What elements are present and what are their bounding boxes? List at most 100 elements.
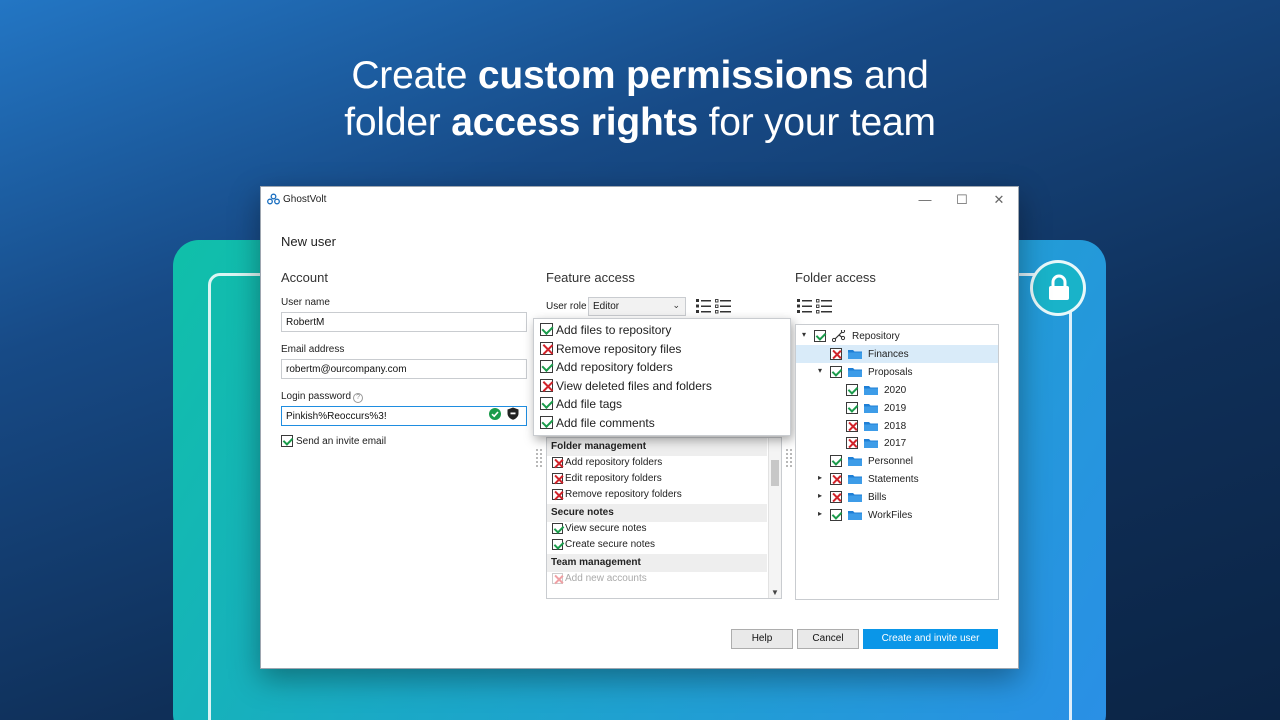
folder-tree-row[interactable]: Finances	[796, 344, 998, 363]
chevron-down-icon: ⌄	[672, 300, 680, 310]
popup-permission-label: Add file comments	[556, 415, 655, 430]
maximize-button[interactable]: ☐	[954, 192, 970, 208]
allow-check-icon[interactable]	[846, 383, 858, 396]
folder-tree-row[interactable]: Personnel	[796, 452, 998, 470]
password-valid-icon	[489, 408, 501, 420]
feature-access-heading: Feature access	[546, 270, 635, 285]
folder-label: Personnel	[868, 456, 914, 468]
title-bar: GhostVolt — ☐ ✕	[261, 187, 1018, 213]
permission-item[interactable]: Add new accounts	[547, 572, 781, 588]
repository-icon	[832, 330, 846, 342]
folder-tree-row[interactable]: 2020	[796, 381, 998, 399]
list-view-toggle-icon[interactable]	[695, 298, 733, 314]
feature-permissions-list[interactable]: Folder management Add repository folders E…	[546, 437, 782, 599]
allow-check-icon[interactable]	[814, 330, 826, 342]
expand-arrow-icon[interactable]: ▸	[816, 473, 824, 482]
help-icon[interactable]: ?	[353, 393, 364, 403]
folder-tree-row[interactable]: ▾ Proposals	[796, 363, 998, 381]
deny-cross-icon[interactable]	[846, 437, 858, 450]
checked-icon	[281, 435, 293, 447]
deny-cross-icon[interactable]	[846, 419, 858, 432]
feature-list-scrollbar[interactable]: ▼	[768, 438, 781, 598]
expand-arrow-icon[interactable]: ▸	[816, 491, 824, 500]
popup-permission-label: Add files to repository	[556, 322, 672, 337]
allow-check-icon[interactable]	[540, 397, 553, 411]
folder-icon	[864, 385, 878, 395]
folder-tree-row[interactable]: 2019	[796, 399, 998, 417]
left-splitter-grip[interactable]	[536, 449, 542, 467]
user-role-select[interactable]: Editor ⌄	[588, 297, 686, 316]
deny-cross-icon[interactable]	[540, 341, 553, 355]
popup-permission-item[interactable]: Add repository folders	[540, 359, 784, 378]
folder-icon	[848, 475, 862, 485]
allow-check-icon[interactable]	[552, 539, 563, 550]
folder-label: 2017	[884, 438, 907, 450]
allow-check-icon[interactable]	[830, 455, 842, 468]
popup-permission-item[interactable]: Add file comments	[540, 415, 784, 434]
folder-icon	[848, 493, 862, 503]
allow-check-icon[interactable]	[846, 401, 858, 414]
folder-tree-row[interactable]: 2018	[796, 417, 998, 435]
folder-icon	[848, 457, 862, 467]
popup-permission-item[interactable]: Add files to repository	[540, 322, 784, 341]
feature-role-popup: Add files to repository Remove repository…	[533, 318, 791, 436]
collapse-arrow-icon[interactable]: ▾	[816, 366, 824, 375]
permission-label: Add repository folders	[565, 457, 663, 468]
minimize-button[interactable]: —	[917, 192, 933, 208]
cancel-button[interactable]: Cancel	[797, 629, 859, 649]
allow-check-icon[interactable]	[540, 415, 553, 429]
folder-tree-row[interactable]: ▸ Bills	[796, 488, 998, 506]
deny-cross-icon[interactable]	[552, 457, 563, 468]
popup-permission-label: Add file tags	[556, 396, 623, 411]
folder-tree-row[interactable]: 2017	[796, 434, 998, 452]
user-role-label: User role	[546, 301, 587, 312]
deny-cross-icon[interactable]	[540, 378, 553, 392]
deny-cross-icon[interactable]	[552, 573, 563, 584]
folder-tree-row[interactable]: ▾ Repository	[796, 327, 998, 345]
expand-arrow-icon[interactable]: ▸	[816, 509, 824, 518]
deny-cross-icon[interactable]	[552, 473, 563, 484]
allow-check-icon[interactable]	[540, 323, 553, 337]
close-button[interactable]: ✕	[991, 192, 1007, 208]
email-field[interactable]	[281, 359, 527, 379]
scroll-thumb[interactable]	[771, 460, 779, 486]
send-invite-label: Send an invite email	[296, 435, 387, 447]
create-and-invite-button[interactable]: Create and invite user	[863, 629, 998, 649]
help-button[interactable]: Help	[731, 629, 793, 649]
popup-permission-item[interactable]: Remove repository files	[540, 341, 784, 360]
collapse-arrow-icon[interactable]: ▾	[800, 330, 808, 339]
deny-cross-icon[interactable]	[552, 489, 563, 500]
allow-check-icon[interactable]	[552, 523, 563, 534]
allow-check-icon[interactable]	[540, 360, 553, 374]
deny-cross-icon[interactable]	[830, 473, 842, 486]
allow-check-icon[interactable]	[830, 509, 842, 521]
permission-label: Edit repository folders	[565, 473, 662, 484]
send-invite-checkbox[interactable]: Send an invite email	[281, 435, 386, 447]
deny-cross-icon[interactable]	[830, 347, 842, 360]
password-strength-shield-icon[interactable]	[507, 407, 519, 420]
folder-icon	[864, 403, 878, 413]
deny-cross-icon[interactable]	[830, 491, 842, 504]
scroll-down-icon[interactable]: ▼	[771, 588, 779, 597]
folder-tree-row[interactable]: ▸ WorkFiles	[796, 506, 998, 524]
permission-item[interactable]: Add repository folders	[547, 456, 781, 472]
popup-permission-item[interactable]: View deleted files and folders	[540, 378, 784, 397]
folder-icon	[864, 421, 878, 431]
right-splitter-grip[interactable]	[786, 449, 792, 467]
username-field[interactable]	[281, 312, 527, 332]
username-label: User name	[281, 297, 330, 308]
popup-permission-item[interactable]: Add file tags	[540, 396, 784, 415]
folder-view-toggle-icon[interactable]	[796, 298, 834, 314]
allow-check-icon[interactable]	[830, 365, 842, 378]
permission-group-header: Team management	[547, 554, 767, 572]
permission-label: Add new accounts	[565, 573, 647, 584]
permission-item[interactable]: Edit repository folders	[547, 472, 781, 488]
permission-item[interactable]: Create secure notes	[547, 538, 781, 554]
folder-tree[interactable]: ▾ Repository Finances ▾ Proposals 2020 2019 201…	[795, 324, 999, 600]
permission-group-header: Secure notes	[547, 504, 767, 522]
permission-item[interactable]: Remove repository folders	[547, 488, 781, 504]
folder-tree-row[interactable]: ▸ Statements	[796, 470, 998, 488]
password-label-text: Login password	[281, 391, 352, 402]
headline-line-2: folder access rights for your team	[344, 101, 936, 144]
permission-item[interactable]: View secure notes	[547, 522, 781, 538]
